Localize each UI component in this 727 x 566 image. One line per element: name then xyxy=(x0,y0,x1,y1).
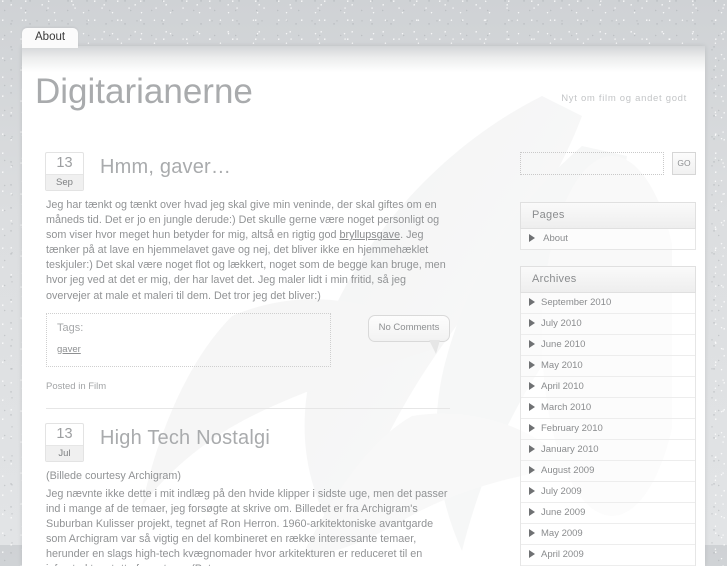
post-article: 13 Sep Hmm, gaver… Jeg har tænkt og tænk… xyxy=(32,152,464,409)
arrow-right-icon xyxy=(529,319,535,327)
archive-link[interactable]: May 2009 xyxy=(541,528,583,539)
arrow-right-icon xyxy=(529,487,535,495)
page-container: Digitarianerne Nyt om film og andet godt… xyxy=(22,46,705,566)
post-header: 13 Jul High Tech Nostalgi xyxy=(32,422,464,469)
arrow-right-icon xyxy=(529,445,535,453)
archive-link[interactable]: February 2010 xyxy=(541,423,603,434)
archives-list: September 2010 July 2010 June 2010 May 2… xyxy=(520,293,696,566)
list-item[interactable]: June 2010 xyxy=(521,335,695,356)
archive-link[interactable]: August 2009 xyxy=(541,465,594,476)
archive-link[interactable]: July 2010 xyxy=(541,318,582,329)
arrow-right-icon xyxy=(529,466,535,474)
search-input[interactable] xyxy=(520,152,664,175)
archive-link[interactable]: April 2010 xyxy=(541,381,584,392)
post-date-month: Sep xyxy=(46,174,83,190)
post-date-month: Jul xyxy=(46,444,83,461)
post-body: (Billede courtesy Archigram) Jeg nævnte … xyxy=(32,469,464,566)
list-item[interactable]: September 2010 xyxy=(521,293,695,314)
widget-archives: Archives September 2010 July 2010 June 2… xyxy=(520,266,696,566)
arrow-right-icon xyxy=(529,424,535,432)
list-item[interactable]: May 2009 xyxy=(521,524,695,545)
arrow-right-icon xyxy=(529,382,535,390)
tags-box: Tags: gaver xyxy=(46,312,331,367)
post-paragraph: Jeg har tænkt og tænkt over hvad jeg ska… xyxy=(46,198,450,304)
widget-title-pages: Pages xyxy=(520,202,696,229)
pages-list: About xyxy=(520,229,696,250)
site-description: Nyt om film og andet godt xyxy=(561,93,687,104)
sidebar: GO Pages About Archives September 2010 J… xyxy=(520,152,696,566)
tag-link[interactable]: gaver xyxy=(57,344,81,355)
post-header: 13 Sep Hmm, gaver… xyxy=(32,152,464,198)
archive-link[interactable]: May 2010 xyxy=(541,360,583,371)
archive-link[interactable]: April 2009 xyxy=(541,549,584,560)
archive-link[interactable]: June 2009 xyxy=(541,507,585,518)
arrow-right-icon xyxy=(529,403,535,411)
widget-title-archives: Archives xyxy=(520,266,696,293)
post-date-badge: 13 Jul xyxy=(45,422,84,462)
archive-link[interactable]: January 2010 xyxy=(541,444,599,455)
post-divider xyxy=(46,407,450,409)
archive-link[interactable]: June 2010 xyxy=(541,339,585,350)
post-meta-row: Tags: gaver No Comments xyxy=(32,312,464,367)
arrow-right-icon xyxy=(529,529,535,537)
post-paragraph: Jeg nævnte ikke dette i mit indlæg på de… xyxy=(46,487,448,566)
list-item[interactable]: About xyxy=(521,229,695,249)
nav-tab-about[interactable]: About xyxy=(22,28,79,48)
post-title[interactable]: Hmm, gaver… xyxy=(100,154,231,180)
post-image-caption: (Billede courtesy Archigram) xyxy=(46,469,182,482)
list-item[interactable]: July 2010 xyxy=(521,314,695,335)
post-body: Jeg har tænkt og tænkt over hvad jeg ska… xyxy=(32,198,464,304)
list-item[interactable]: May 2010 xyxy=(521,356,695,377)
tags-label: Tags: xyxy=(57,321,84,334)
main-content: 13 Sep Hmm, gaver… Jeg har tænkt og tænk… xyxy=(32,152,464,566)
arrow-right-icon xyxy=(529,340,535,348)
list-item[interactable]: April 2010 xyxy=(521,377,695,398)
archive-link[interactable]: March 2010 xyxy=(541,402,591,413)
archive-link[interactable]: July 2009 xyxy=(541,486,582,497)
post-date-day: 13 xyxy=(56,155,73,171)
list-item[interactable]: January 2010 xyxy=(521,440,695,461)
archive-link[interactable]: September 2010 xyxy=(541,297,611,308)
site-header: Digitarianerne Nyt om film og andet godt xyxy=(22,60,705,132)
top-navigation: About xyxy=(22,27,79,48)
comments-bubble[interactable]: No Comments xyxy=(368,314,450,354)
post-date-badge: 13 Sep xyxy=(45,152,84,191)
post-category[interactable]: Posted in Film xyxy=(32,381,464,392)
site-title[interactable]: Digitarianerne xyxy=(35,70,253,114)
list-item[interactable]: July 2009 xyxy=(521,482,695,503)
arrow-right-icon xyxy=(529,361,535,369)
post-title[interactable]: High Tech Nostalgi xyxy=(100,425,270,451)
search-go-button[interactable]: GO xyxy=(672,152,696,175)
list-item[interactable]: June 2009 xyxy=(521,503,695,524)
page-link[interactable]: About xyxy=(543,233,568,244)
search-form: GO xyxy=(520,152,696,176)
bryllupsgave-link[interactable]: bryllupsgave xyxy=(339,229,400,241)
list-item[interactable]: February 2010 xyxy=(521,419,695,440)
list-item[interactable]: April 2009 xyxy=(521,545,695,566)
arrow-right-icon xyxy=(529,508,535,516)
arrow-right-icon xyxy=(529,298,535,306)
widget-pages: Pages About xyxy=(520,202,696,250)
arrow-right-icon xyxy=(529,550,535,558)
post-date-day: 13 xyxy=(56,425,73,442)
arrow-right-icon xyxy=(529,234,535,242)
list-item[interactable]: August 2009 xyxy=(521,461,695,482)
list-item[interactable]: March 2010 xyxy=(521,398,695,419)
post-article: 13 Jul High Tech Nostalgi (Billede court… xyxy=(32,422,464,566)
